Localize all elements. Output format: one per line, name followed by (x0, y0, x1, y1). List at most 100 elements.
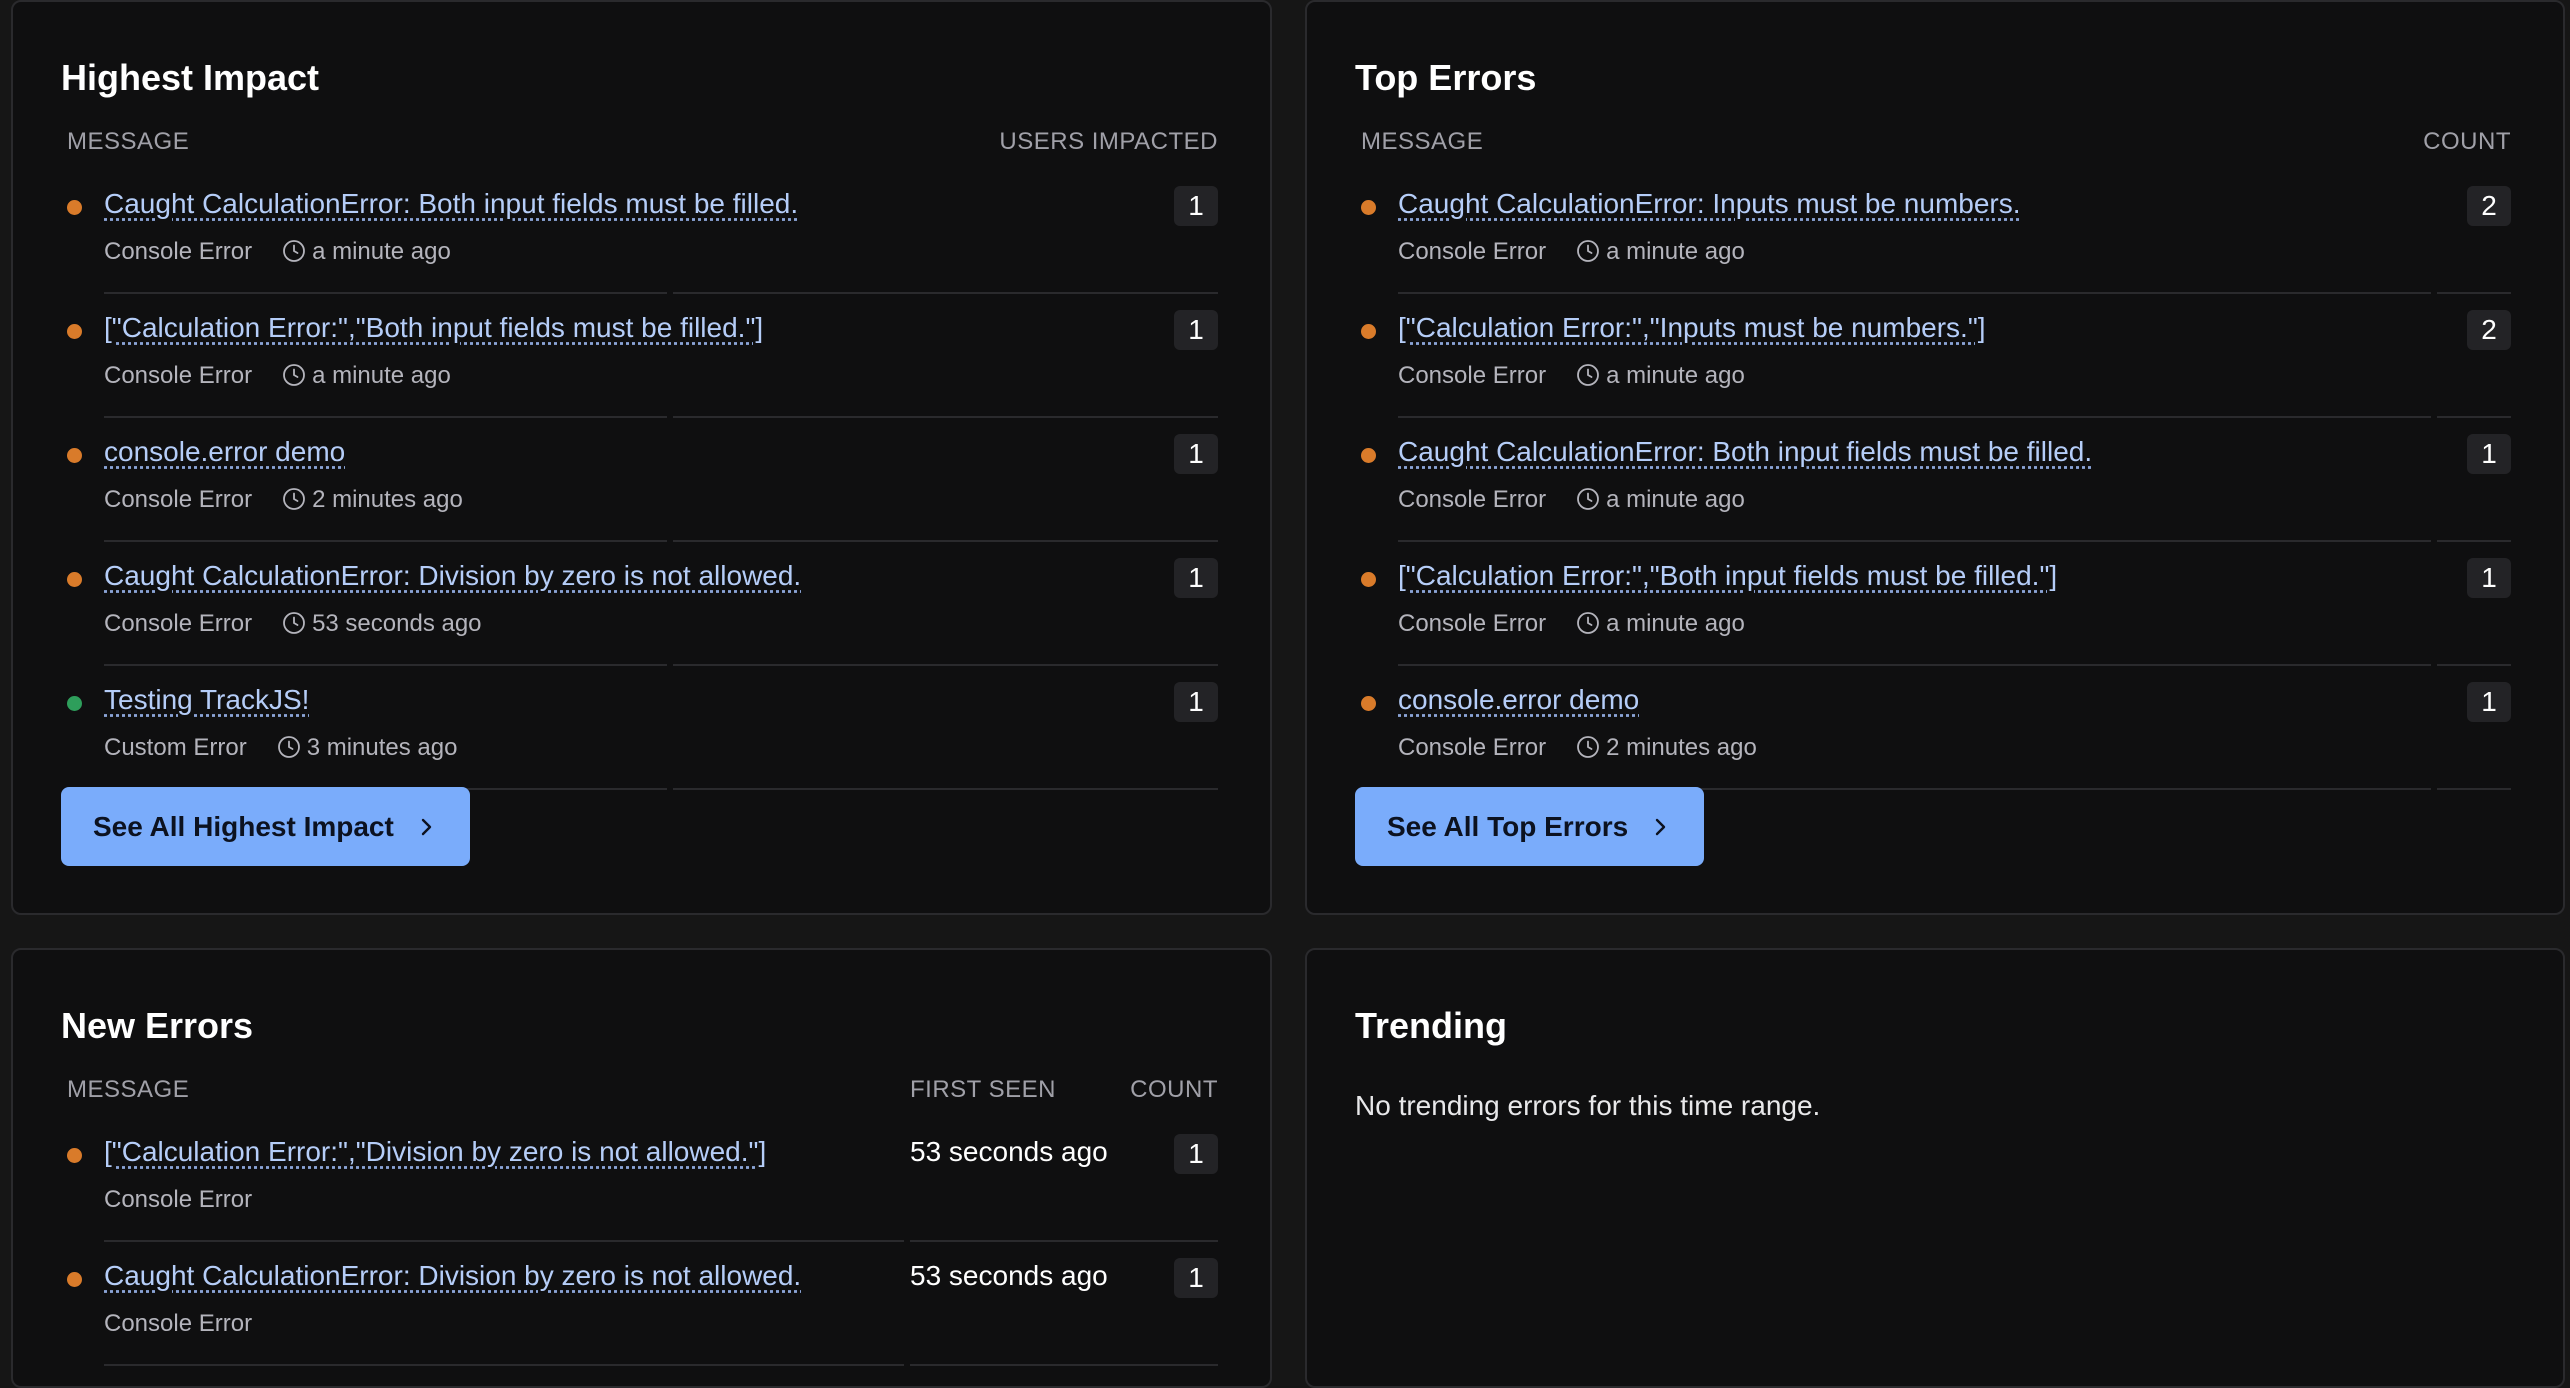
row-divider-gap (2431, 788, 2437, 790)
last-seen-text: 2 minutes ago (1606, 734, 1757, 761)
last-seen-text: a minute ago (312, 362, 451, 389)
error-type: Custom Error (104, 734, 247, 761)
trending-panel: Trending No trending errors for this tim… (1305, 948, 2565, 1388)
clock-icon (283, 240, 305, 262)
error-meta: Console Error 53 seconds ago (104, 610, 482, 638)
error-message-link[interactable]: ["Calculation Error:","Both input fields… (1398, 560, 2057, 592)
last-seen: a minute ago (1576, 362, 1745, 389)
error-meta: Console Error a minute ago (1398, 362, 1745, 390)
clock-icon (1577, 612, 1599, 634)
last-seen: 53 seconds ago (282, 610, 482, 637)
chevron-right-icon (1655, 818, 1666, 835)
error-type: Console Error (104, 362, 253, 389)
clock-icon (277, 736, 300, 758)
list-item: Caught CalculationError: Both input fiel… (1361, 418, 2511, 542)
error-message-link[interactable]: Caught CalculationError: Inputs must be … (1398, 188, 2021, 220)
column-header-count: COUNT (1130, 1076, 1218, 1103)
count-badge: 1 (1174, 1258, 1218, 1298)
last-seen: a minute ago (282, 238, 451, 265)
last-seen-text: a minute ago (1606, 610, 1745, 637)
list-item: ["Calculation Error:","Both input fields… (67, 294, 1218, 418)
button-label: See All Top Errors (1387, 810, 1629, 842)
clock-icon (1577, 736, 1599, 758)
status-dot (67, 696, 82, 711)
count-badge: 1 (2467, 434, 2511, 474)
list-item: console.error demo Console Error 2 minutes… (1361, 666, 2511, 790)
first-seen: 53 seconds ago (910, 1260, 1108, 1291)
status-dot (1361, 572, 1376, 587)
highest-impact-panel: Highest Impact MESSAGE USERS IMPACTED Ca… (11, 0, 1272, 915)
status-dot (1361, 200, 1376, 215)
panel-title: New Errors (61, 1005, 254, 1046)
last-seen: a minute ago (1576, 486, 1745, 513)
status-dot (67, 448, 82, 463)
last-seen-text: 2 minutes ago (312, 486, 463, 513)
error-type: Console Error (1398, 610, 1547, 637)
list-item: Caught CalculationError: Division by zer… (67, 542, 1218, 666)
error-message-link[interactable]: Caught CalculationError: Division by zer… (104, 1260, 801, 1292)
status-dot (67, 1272, 82, 1287)
column-header-first-seen: FIRST SEEN (910, 1076, 1056, 1103)
status-dot (1361, 696, 1376, 711)
clock-icon (1577, 364, 1599, 386)
clock-icon (283, 488, 305, 510)
error-meta: Console Error a minute ago (104, 238, 451, 266)
see-all-highest-impact-button[interactable]: See All Highest Impact (61, 787, 470, 866)
error-meta: Console Error a minute ago (1398, 238, 1745, 266)
last-seen: 2 minutes ago (282, 486, 463, 513)
table-header: MESSAGE COUNT (1361, 128, 2511, 158)
last-seen: a minute ago (1576, 238, 1745, 265)
row-divider (104, 1364, 1218, 1366)
clock-icon (1577, 240, 1599, 262)
error-message-link[interactable]: ["Calculation Error:","Both input fields… (104, 312, 763, 344)
table-header: MESSAGE USERS IMPACTED (67, 128, 1218, 158)
error-message-link[interactable]: ["Calculation Error:","Division by zero … (104, 1136, 766, 1168)
error-meta: Console Error a minute ago (1398, 486, 1745, 514)
list-item: Testing TrackJS! Custom Error 3 minutes ag… (67, 666, 1218, 790)
error-message-link[interactable]: Testing TrackJS! (104, 684, 309, 716)
see-all-top-errors-button[interactable]: See All Top Errors (1355, 787, 1705, 866)
column-header-message: MESSAGE (67, 1076, 190, 1103)
panel-title: Trending (1355, 1005, 1507, 1046)
count-badge: 1 (1174, 186, 1218, 226)
clock-icon (283, 364, 305, 386)
last-seen-text: a minute ago (1606, 486, 1745, 513)
last-seen-text: a minute ago (1606, 362, 1745, 389)
error-meta: Custom Error 3 minutes ago (104, 734, 457, 762)
error-meta: Console Error a minute ago (104, 362, 451, 390)
clock-icon (283, 612, 305, 634)
error-meta: Console Error 2 minutes ago (1398, 734, 1757, 762)
column-header-message: MESSAGE (1361, 128, 1484, 155)
status-dot (1361, 324, 1376, 339)
count-badge: 1 (1174, 434, 1218, 474)
error-message-link[interactable]: Caught CalculationError: Both input fiel… (1398, 436, 2092, 468)
count-badge: 1 (1174, 310, 1218, 350)
column-header-users-impacted: USERS IMPACTED (999, 128, 1218, 155)
error-meta: Console Error a minute ago (1398, 610, 1745, 638)
count-badge: 2 (2467, 186, 2511, 226)
error-type: Console Error (1398, 362, 1547, 389)
error-message-link[interactable]: Caught CalculationError: Division by zer… (104, 560, 801, 592)
error-message-link[interactable]: console.error demo (104, 436, 345, 468)
error-meta: Console Error 2 minutes ago (104, 486, 463, 514)
error-type: Console Error (104, 486, 253, 513)
status-dot (1361, 448, 1376, 463)
list-item: Caught CalculationError: Both input fiel… (67, 170, 1218, 294)
clock-icon (1577, 488, 1599, 510)
row-divider-gap (904, 1364, 910, 1366)
error-message-link[interactable]: Caught CalculationError: Both input fiel… (104, 188, 798, 220)
error-meta: Console Error (104, 1186, 252, 1214)
error-message-link[interactable]: console.error demo (1398, 684, 1639, 716)
last-seen: 2 minutes ago (1576, 734, 1757, 761)
error-type: Console Error (1398, 486, 1547, 513)
panel-title: Highest Impact (61, 57, 320, 98)
new-errors-panel: New Errors MESSAGE FIRST SEEN COUNT ["Ca… (11, 948, 1272, 1388)
panel-title: Top Errors (1355, 57, 1537, 98)
list-item: Caught CalculationError: Division by zer… (67, 1242, 1218, 1366)
status-dot (67, 200, 82, 215)
error-type: Console Error (1398, 734, 1547, 761)
first-seen: 53 seconds ago (910, 1136, 1108, 1167)
error-message-link[interactable]: ["Calculation Error:","Inputs must be nu… (1398, 312, 1986, 344)
chevron-right-icon (421, 818, 432, 835)
status-dot (67, 1148, 82, 1163)
